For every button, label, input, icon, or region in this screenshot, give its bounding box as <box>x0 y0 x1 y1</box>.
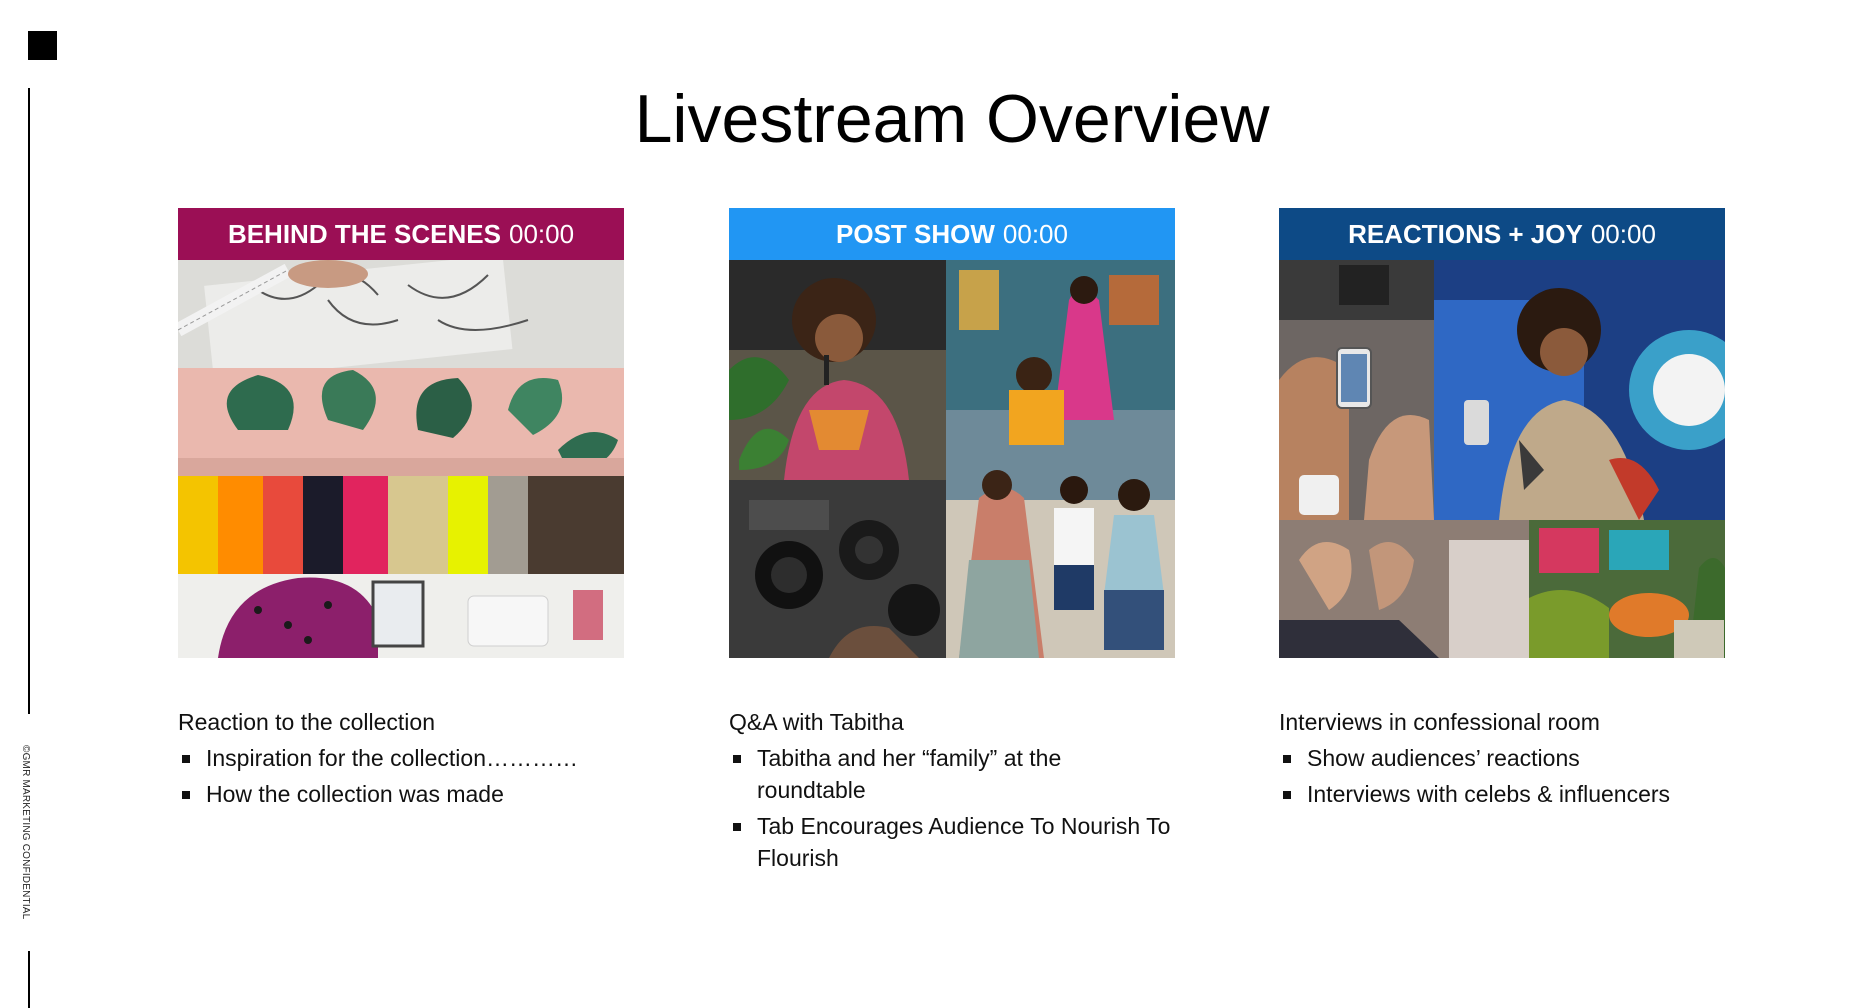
page-title: Livestream Overview <box>634 81 1270 157</box>
description-lead: Interviews in confessional room <box>1279 709 1600 735</box>
left-rail-line-top <box>28 88 30 714</box>
bullet-square-icon <box>182 791 190 799</box>
panel-header-title: POST SHOW <box>836 218 995 249</box>
interview-family-collage-image <box>729 260 1175 658</box>
bullet-item: Tabitha and her “family” at the roundtab… <box>729 742 1175 806</box>
panel-header: POST SHOW 00:00 <box>729 208 1175 260</box>
photo-collage <box>729 260 1175 658</box>
panel-header-title: BEHIND THE SCENES <box>227 218 501 249</box>
panel-header: REACTIONS + JOY 00:00 <box>1279 208 1725 260</box>
bullet-square-icon <box>182 755 190 763</box>
panel-description-post-show: Q&A with Tabitha Tabitha and her “family… <box>729 706 1175 878</box>
bullet-square-icon <box>733 823 741 831</box>
corner-square-mark <box>28 31 57 60</box>
bullet-square-icon <box>733 755 741 763</box>
panel-description-behind-the-scenes: Reaction to the collection Inspiration f… <box>178 706 648 814</box>
bullet-item: Inspiration for the collection………… <box>178 742 648 774</box>
bullet-item: Interviews with celebs & influencers <box>1279 778 1749 810</box>
bullet-list: Tabitha and her “family” at the roundtab… <box>729 742 1175 874</box>
panel-header: BEHIND THE SCENES 00:00 <box>178 208 624 260</box>
bullet-item: Tab Encourages Audience To Nourish To Fl… <box>729 810 1175 874</box>
bullet-item: How the collection was made <box>178 778 648 810</box>
bullet-square-icon <box>1283 755 1291 763</box>
panel-description-reactions-joy: Interviews in confessional room Show aud… <box>1279 706 1749 814</box>
audience-reaction-collage-image <box>1279 260 1725 658</box>
photo-collage <box>178 260 624 658</box>
bullet-square-icon <box>1283 791 1291 799</box>
panel-behind-the-scenes: BEHIND THE SCENES 00:00 <box>178 208 624 658</box>
description-lead: Q&A with Tabitha <box>729 709 904 735</box>
left-rail-line-bottom <box>28 951 30 1008</box>
panel-reactions-joy: REACTIONS + JOY 00:00 <box>1279 208 1725 658</box>
panel-header-time: 00:00 <box>1590 218 1656 249</box>
panel-post-show: POST SHOW 00:00 <box>729 208 1175 658</box>
panel-header-title: REACTIONS + JOY <box>1348 218 1583 249</box>
sketch-fabric-collage-image <box>178 260 624 658</box>
description-lead: Reaction to the collection <box>178 709 435 735</box>
bullet-item: Show audiences’ reactions <box>1279 742 1749 774</box>
photo-collage <box>1279 260 1725 658</box>
bullet-list: Show audiences’ reactions Interviews wit… <box>1279 742 1749 810</box>
bullet-list: Inspiration for the collection………… How t… <box>178 742 648 810</box>
panel-header-time: 00:00 <box>508 218 575 249</box>
panel-header-time: 00:00 <box>1002 218 1068 249</box>
